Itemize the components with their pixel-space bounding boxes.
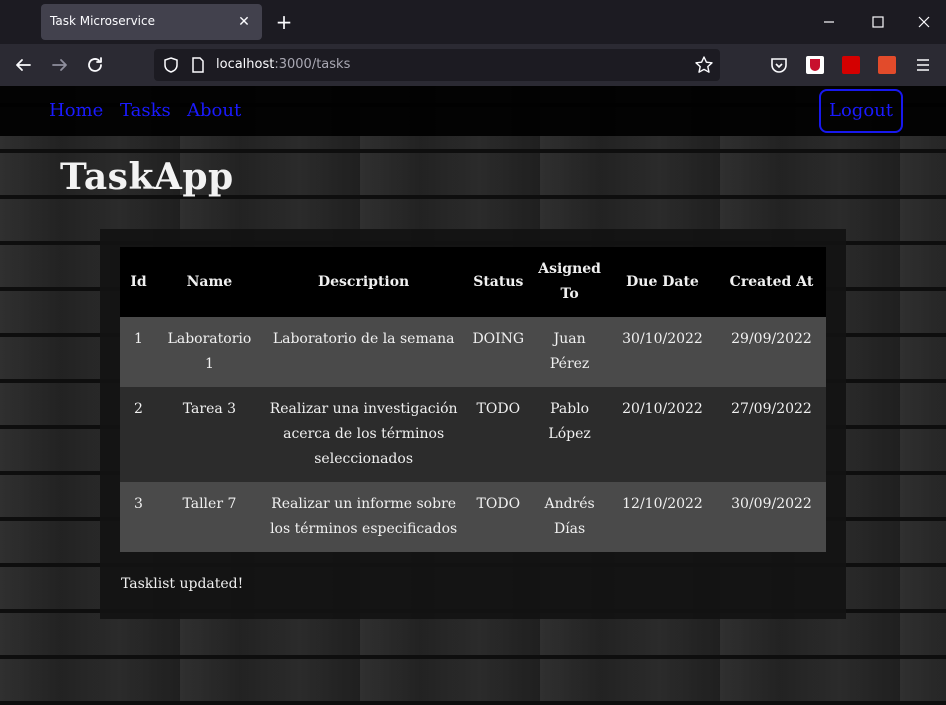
tasks-panel: Id Name Description Status Asigned To Du… — [100, 229, 846, 619]
cell-status: DOING — [465, 317, 532, 387]
cell-created-at: 27/09/2022 — [716, 387, 826, 482]
browser-tab-bar: Task Microservice ✕ + — [0, 0, 946, 44]
cell-assigned: Juan Pérez — [531, 317, 609, 387]
site-navbar: Home Tasks About Logout — [0, 86, 946, 136]
nav-tasks-link[interactable]: Tasks — [120, 100, 171, 121]
column-header-created-at: Created At — [716, 247, 826, 317]
tasks-table: Id Name Description Status Asigned To Du… — [120, 247, 826, 552]
pocket-icon[interactable] — [767, 53, 791, 77]
logout-button[interactable]: Logout — [819, 89, 903, 133]
cell-created-at: 29/09/2022 — [716, 317, 826, 387]
status-message: Tasklist updated! — [121, 576, 244, 592]
bookmark-star-icon[interactable] — [694, 55, 714, 75]
cell-description: Realizar una investigación acerca de los… — [261, 387, 466, 482]
maximize-icon[interactable] — [864, 8, 892, 36]
cell-id: 1 — [120, 317, 157, 387]
column-header-description: Description — [261, 247, 466, 317]
cell-assigned: Pablo López — [531, 387, 609, 482]
tab-close-icon[interactable]: ✕ — [234, 12, 254, 32]
cell-name: Tarea 3 — [157, 387, 262, 482]
table-row: 1 Laboratorio 1 Laboratorio de la semana… — [120, 317, 826, 387]
extension-tool-icon[interactable] — [842, 56, 860, 74]
cell-due-date: 12/10/2022 — [608, 482, 717, 552]
extension-devtools-icon[interactable] — [878, 56, 896, 74]
column-header-id: Id — [120, 247, 157, 317]
cell-due-date: 30/10/2022 — [608, 317, 717, 387]
back-arrow-icon[interactable] — [11, 53, 35, 77]
column-header-name: Name — [157, 247, 262, 317]
reload-icon[interactable] — [83, 53, 107, 77]
address-bar[interactable]: localhost:3000/tasks — [154, 49, 720, 81]
table-header-row: Id Name Description Status Asigned To Du… — [120, 247, 826, 317]
page-background: Home Tasks About Logout TaskApp Id Name … — [0, 86, 946, 705]
shield-icon[interactable] — [162, 56, 180, 74]
cell-status: TODO — [465, 387, 532, 482]
nav-about-link[interactable]: About — [187, 100, 241, 121]
page-icon — [192, 57, 204, 73]
table-row: 2 Tarea 3 Realizar una investigación ace… — [120, 387, 826, 482]
column-header-status: Status — [465, 247, 532, 317]
cell-description: Realizar un informe sobre los términos e… — [261, 482, 466, 552]
url-text: localhost:3000/tasks — [216, 57, 351, 72]
page-title: TaskApp — [60, 156, 234, 198]
cell-name: Taller 7 — [157, 482, 262, 552]
forward-arrow-icon[interactable] — [48, 53, 72, 77]
cell-created-at: 30/09/2022 — [716, 482, 826, 552]
menu-icon[interactable] — [911, 53, 935, 77]
minimize-icon[interactable] — [815, 8, 843, 36]
cell-id: 3 — [120, 482, 157, 552]
cell-due-date: 20/10/2022 — [608, 387, 717, 482]
cell-status: TODO — [465, 482, 532, 552]
cell-assigned: Andrés Días — [531, 482, 609, 552]
browser-tab[interactable]: Task Microservice ✕ — [41, 4, 262, 40]
close-window-icon[interactable] — [910, 8, 938, 36]
cell-id: 2 — [120, 387, 157, 482]
column-header-due-date: Due Date — [608, 247, 717, 317]
browser-toolbar: localhost:3000/tasks — [0, 44, 946, 86]
new-tab-button[interactable]: + — [272, 10, 296, 34]
extension-shield-icon[interactable] — [806, 56, 824, 74]
column-header-assigned-to: Asigned To — [531, 247, 609, 317]
cell-description: Laboratorio de la semana — [261, 317, 466, 387]
tab-title: Task Microservice — [50, 14, 155, 28]
nav-home-link[interactable]: Home — [49, 100, 103, 121]
cell-name: Laboratorio 1 — [157, 317, 262, 387]
table-row: 3 Taller 7 Realizar un informe sobre los… — [120, 482, 826, 552]
